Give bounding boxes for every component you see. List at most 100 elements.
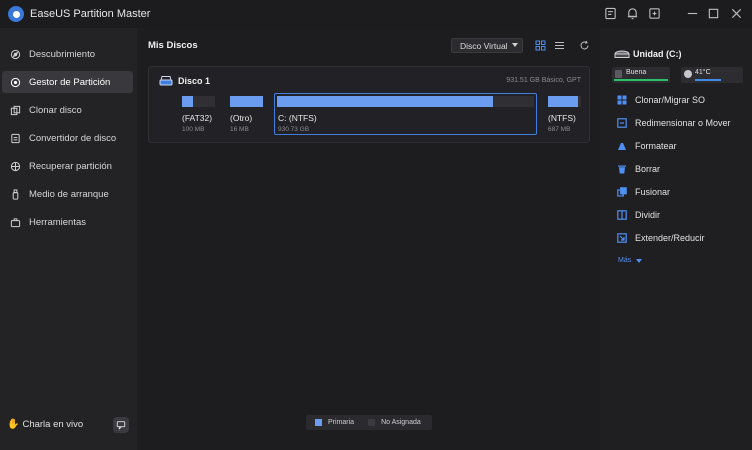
action-clonar-migrar-so[interactable]: Clonar/Migrar SO bbox=[616, 93, 705, 107]
sidebar-item-convertidor-de-disco[interactable]: Convertidor de disco bbox=[2, 127, 133, 149]
sidebar-item-descubrimiento[interactable]: Descubrimiento bbox=[2, 43, 133, 65]
split-icon bbox=[616, 210, 627, 221]
thermometer-icon bbox=[684, 70, 692, 78]
drive-icon bbox=[614, 49, 630, 59]
temperature-status: 41°C bbox=[681, 67, 743, 83]
partition-label: C: (NTFS) bbox=[278, 113, 317, 123]
sidebar-item-herramientas[interactable]: Herramientas bbox=[2, 211, 133, 233]
sidebar-item-label: Gestor de Partición bbox=[29, 76, 111, 88]
windows-icon bbox=[616, 95, 627, 106]
maximize-icon[interactable] bbox=[706, 7, 720, 21]
sidebar-item-clonar-disco[interactable]: Clonar disco bbox=[2, 99, 133, 121]
sidebar-item-label: Herramientas bbox=[29, 216, 87, 228]
operations-panel: Unidad (C:) Buena 41°C Clonar/Migrar SO … bbox=[602, 28, 752, 450]
trash-icon bbox=[616, 164, 627, 175]
hard-disk-icon bbox=[159, 75, 173, 87]
temperature-label: 41°C bbox=[695, 69, 711, 76]
app-title: EaseUS Partition Master bbox=[30, 8, 151, 20]
action-label: Formatear bbox=[635, 141, 677, 151]
action-formatear[interactable]: Formatear bbox=[616, 139, 677, 153]
compass-icon bbox=[9, 48, 21, 60]
sidebar-item-recuperar-particion[interactable]: Recuperar partición bbox=[2, 155, 133, 177]
partition-legend: Primaria No Asignada bbox=[306, 415, 432, 430]
action-extender-reducir[interactable]: Extender/Reducir bbox=[616, 231, 705, 245]
usb-icon bbox=[9, 188, 21, 200]
disk-card[interactable]: Disco 1 931.51 GB Básico, GPT (FAT32) 10… bbox=[148, 66, 590, 143]
chevron-down-icon bbox=[636, 258, 643, 263]
refresh-icon[interactable] bbox=[579, 40, 590, 51]
action-label: Fusionar bbox=[635, 187, 671, 197]
temperature-bar bbox=[695, 79, 721, 81]
merge-icon bbox=[616, 187, 627, 198]
live-chat-link[interactable]: ✋ Charla en vivo bbox=[7, 419, 83, 430]
resize-icon bbox=[616, 118, 627, 129]
sidebar-item-label: Convertidor de disco bbox=[29, 132, 117, 144]
action-dividir[interactable]: Dividir bbox=[616, 208, 660, 222]
close-icon[interactable] bbox=[729, 7, 743, 21]
partition-usage-fill bbox=[277, 96, 493, 107]
legend-label-unallocated: No Asignada bbox=[381, 419, 421, 426]
partition-fat32[interactable]: (FAT32) 100 MB bbox=[182, 96, 216, 136]
disk-info: 931.51 GB Básico, GPT bbox=[506, 77, 581, 84]
partition-label: (FAT32) bbox=[182, 113, 213, 123]
action-borrar[interactable]: Borrar bbox=[616, 162, 660, 176]
partition-usage-bar bbox=[230, 96, 263, 107]
action-redimensionar-mover[interactable]: Redimensionar o Mover bbox=[616, 116, 731, 130]
sidebar-item-gestor-de-particion[interactable]: Gestor de Partición bbox=[2, 71, 133, 93]
layout-icon[interactable] bbox=[647, 7, 661, 21]
partition-usage-fill bbox=[548, 96, 578, 107]
partition-size: 100 MB bbox=[182, 126, 205, 133]
partition-usage-fill bbox=[182, 96, 193, 107]
recover-icon bbox=[9, 160, 21, 172]
title-bar: EaseUS Partition Master bbox=[0, 0, 752, 28]
sidebar-item-label: Recuperar partición bbox=[29, 160, 112, 172]
partition-otro[interactable]: (Otro) 16 MB bbox=[230, 96, 264, 136]
partition-label: (NTFS) bbox=[548, 113, 576, 123]
health-icon bbox=[615, 70, 622, 78]
sidebar-item-label: Medio de arranque bbox=[29, 188, 109, 200]
disk-icon bbox=[9, 76, 21, 88]
health-status: Buena bbox=[612, 67, 670, 83]
legend-label-primary: Primaria bbox=[328, 419, 355, 426]
more-actions-link[interactable]: Más bbox=[618, 257, 643, 264]
action-label: Dividir bbox=[635, 210, 661, 220]
clone-icon bbox=[9, 104, 21, 116]
convert-icon bbox=[9, 132, 21, 144]
partition-usage-bar bbox=[277, 96, 534, 107]
virtual-disk-select-value: Disco Virtual bbox=[460, 40, 508, 51]
partition-c-ntfs[interactable]: C: (NTFS) 930.73 GB bbox=[274, 93, 537, 135]
extend-icon bbox=[616, 233, 627, 244]
action-label: Borrar bbox=[635, 164, 661, 174]
health-bar bbox=[614, 79, 668, 81]
app-logo-icon bbox=[8, 6, 24, 22]
list-view-icon[interactable] bbox=[554, 40, 565, 51]
drive-title: Unidad (C:) bbox=[633, 49, 682, 59]
legend-swatch-unallocated bbox=[368, 419, 376, 426]
partition-size: 687 MB bbox=[548, 126, 571, 133]
feedback-icon[interactable] bbox=[603, 7, 617, 21]
partition-size: 16 MB bbox=[230, 126, 249, 133]
action-label: Clonar/Migrar SO bbox=[635, 95, 706, 105]
page-title: Mis Discos bbox=[148, 40, 198, 51]
notification-bell-icon[interactable] bbox=[625, 7, 639, 21]
action-label: Extender/Reducir bbox=[635, 233, 705, 243]
partition-usage-fill bbox=[230, 96, 263, 107]
sidebar-item-label: Descubrimiento bbox=[29, 48, 95, 60]
chevron-down-icon bbox=[512, 43, 518, 47]
action-fusionar[interactable]: Fusionar bbox=[616, 185, 670, 199]
sidebar-item-medio-de-arranque[interactable]: Medio de arranque bbox=[2, 183, 133, 205]
partition-ntfs[interactable]: (NTFS) 687 MB bbox=[548, 96, 582, 136]
action-label: Redimensionar o Mover bbox=[635, 118, 731, 128]
toolbox-icon bbox=[9, 216, 21, 228]
grid-view-icon[interactable] bbox=[535, 40, 546, 51]
sidebar: Descubrimiento Gestor de Partición Clona… bbox=[0, 28, 137, 450]
virtual-disk-select[interactable]: Disco Virtual bbox=[451, 38, 523, 53]
partition-usage-bar bbox=[182, 96, 215, 107]
live-chat-label: Charla en vivo bbox=[22, 419, 84, 430]
waving-hand-icon: ✋ bbox=[7, 419, 20, 430]
more-label: Más bbox=[618, 257, 632, 264]
partition-size: 930.73 GB bbox=[278, 126, 310, 133]
partition-usage-bar bbox=[548, 96, 581, 107]
minimize-icon[interactable] bbox=[685, 7, 699, 21]
chat-bubble-icon[interactable] bbox=[113, 417, 129, 433]
